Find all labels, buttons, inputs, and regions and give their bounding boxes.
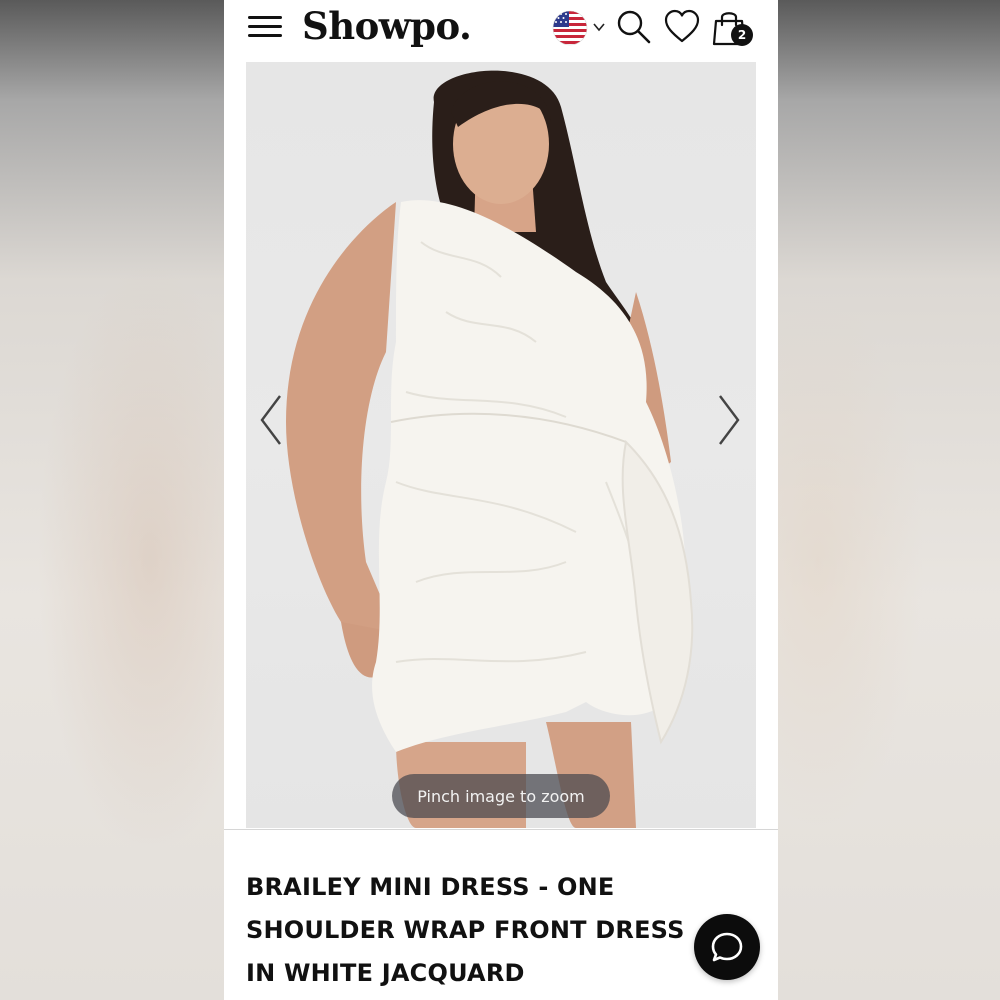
product-title: BRAILEY MINI DRESS - ONE SHOULDER WRAP F… [246, 873, 685, 987]
cart-count-badge: 2 [731, 24, 753, 46]
chevron-right-icon[interactable] [714, 392, 744, 448]
mobile-page: Showpo. 2 Pinch image to zoom BRAILEY MI… [224, 0, 778, 1000]
section-divider [224, 829, 778, 830]
zoom-hint: Pinch image to zoom [392, 774, 610, 818]
chevron-left-icon[interactable] [256, 392, 286, 448]
chat-bubble-icon [711, 932, 743, 962]
site-header: Showpo. 2 [224, 0, 778, 58]
site-logo[interactable]: Showpo. [302, 4, 472, 48]
us-flag-icon[interactable] [552, 10, 588, 46]
chevron-down-icon[interactable] [592, 20, 606, 34]
menu-icon[interactable] [246, 13, 284, 41]
search-icon[interactable] [616, 8, 652, 46]
background-blur-left [0, 0, 224, 1000]
product-image-gallery[interactable]: Pinch image to zoom [246, 62, 756, 828]
heart-icon[interactable] [664, 8, 700, 46]
chat-button[interactable] [694, 914, 760, 980]
product-photo [286, 70, 694, 828]
background-blur-right [778, 0, 1000, 1000]
